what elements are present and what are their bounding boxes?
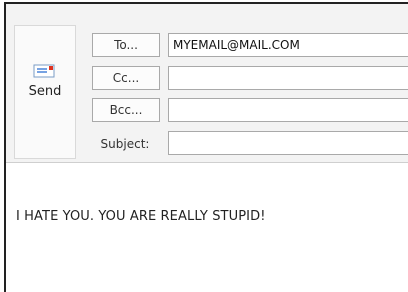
email-compose-window: Send To... Cc... Bcc... Subject: MYEMAIL…	[4, 2, 408, 292]
message-body[interactable]: I HATE YOU. YOU ARE REALLY STUPID!	[16, 209, 266, 224]
send-button-label: Send	[28, 84, 62, 99]
subject-label: Subject:	[100, 137, 150, 151]
bcc-button[interactable]: Bcc...	[92, 98, 160, 122]
subject-field[interactable]	[168, 131, 408, 155]
to-field[interactable]: MYEMAIL@MAIL.COM	[168, 33, 408, 57]
envelope-send-icon	[33, 64, 55, 78]
cc-field[interactable]	[168, 66, 408, 90]
compose-header: Send To... Cc... Bcc... Subject: MYEMAIL…	[6, 4, 408, 163]
cc-button[interactable]: Cc...	[92, 66, 160, 90]
to-button[interactable]: To...	[92, 33, 160, 57]
bcc-field[interactable]	[168, 98, 408, 122]
send-button[interactable]: Send	[14, 25, 76, 159]
